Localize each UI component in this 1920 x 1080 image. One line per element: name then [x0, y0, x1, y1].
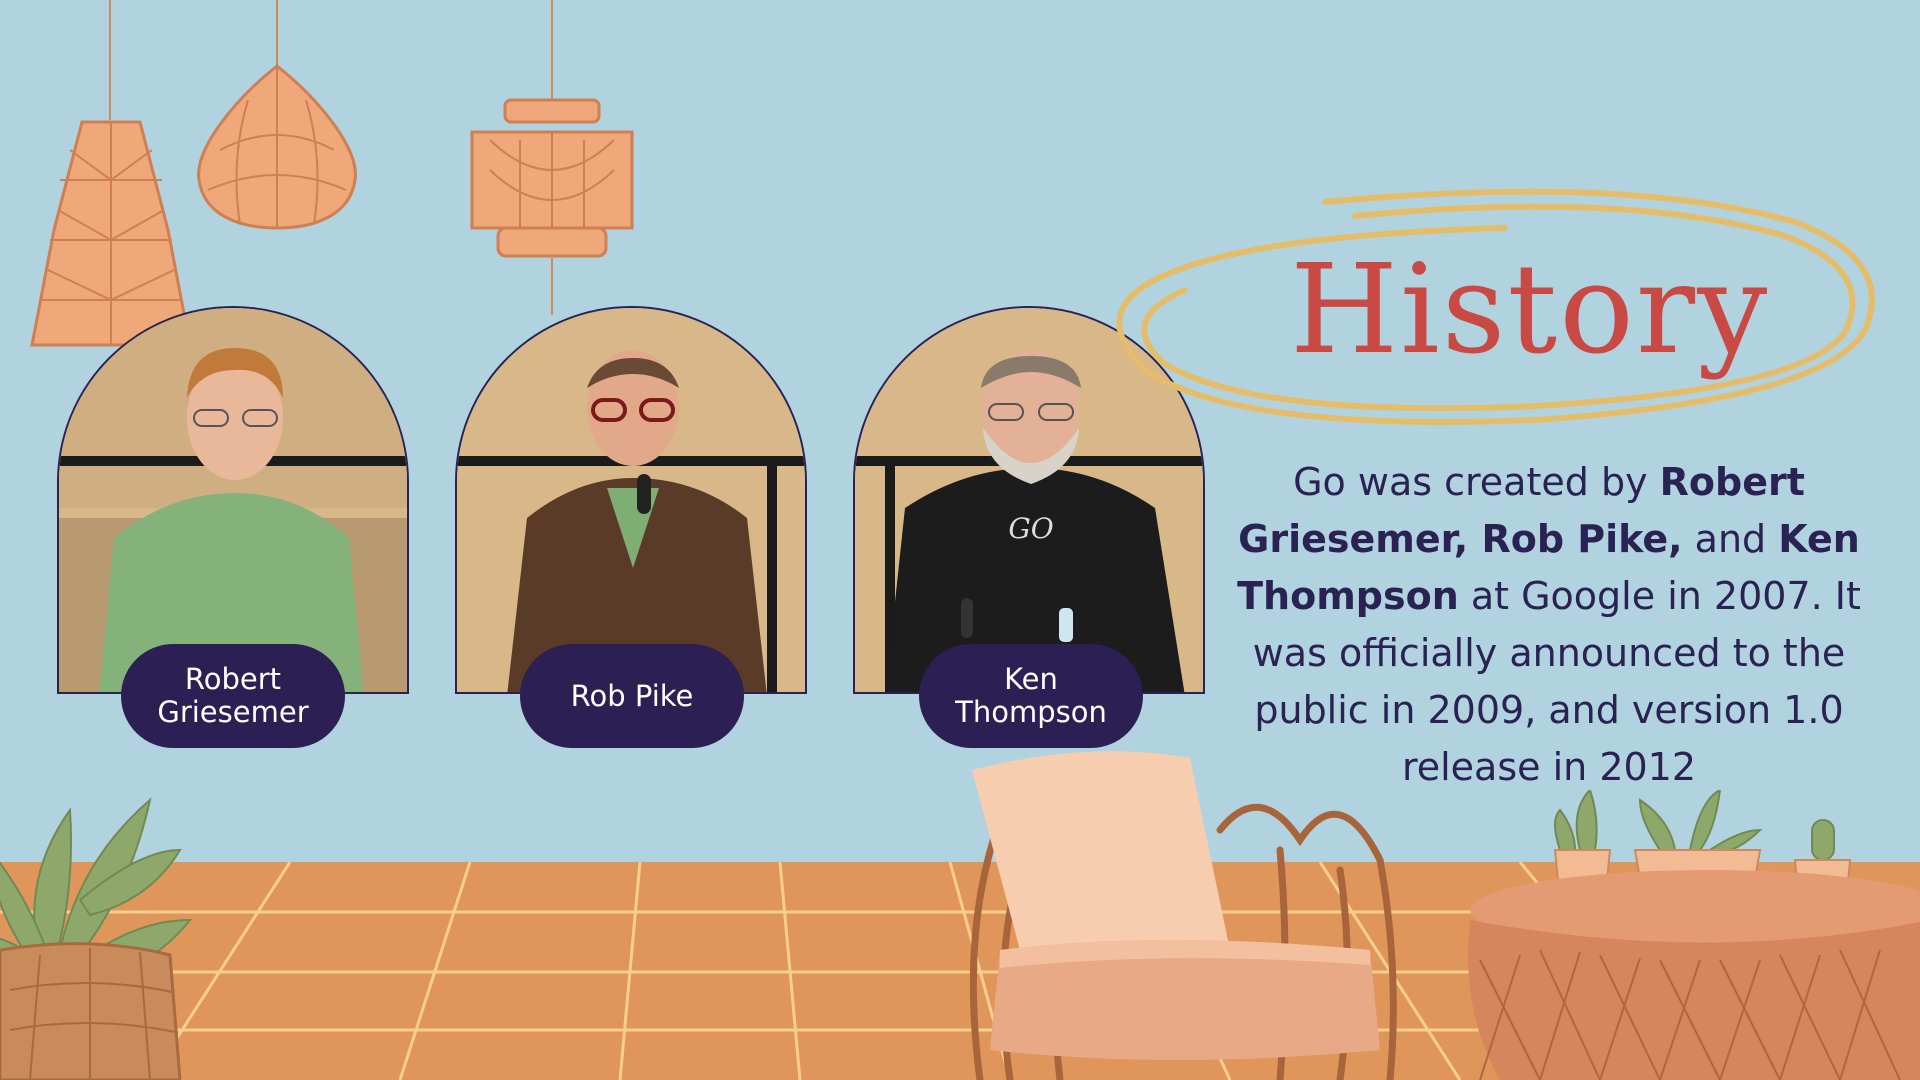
plant-left-icon	[0, 797, 193, 1080]
photo-robert-griesemer	[57, 306, 409, 694]
armchair-icon	[969, 751, 1397, 1080]
text-segment: and	[1682, 517, 1779, 561]
name-label: Rob Pike	[570, 678, 694, 713]
side-table-with-plants-icon	[1468, 790, 1920, 1080]
slide-title: History	[1290, 238, 1770, 382]
text-segment: Go was created by	[1293, 460, 1660, 504]
photo-rob-pike	[455, 306, 807, 694]
name-label: Ken Thompson	[955, 662, 1107, 729]
svg-text:GO: GO	[1008, 512, 1053, 545]
lamp-middle-icon	[197, 64, 357, 230]
history-paragraph: Go was created by Robert Griesemer, Rob …	[1214, 454, 1884, 796]
name-pill-ken-thompson: Ken Thompson	[919, 644, 1143, 748]
lamp-left-icon	[30, 120, 192, 347]
name-pill-rob-pike: Rob Pike	[520, 644, 744, 748]
lamp-right-icon	[470, 98, 634, 258]
